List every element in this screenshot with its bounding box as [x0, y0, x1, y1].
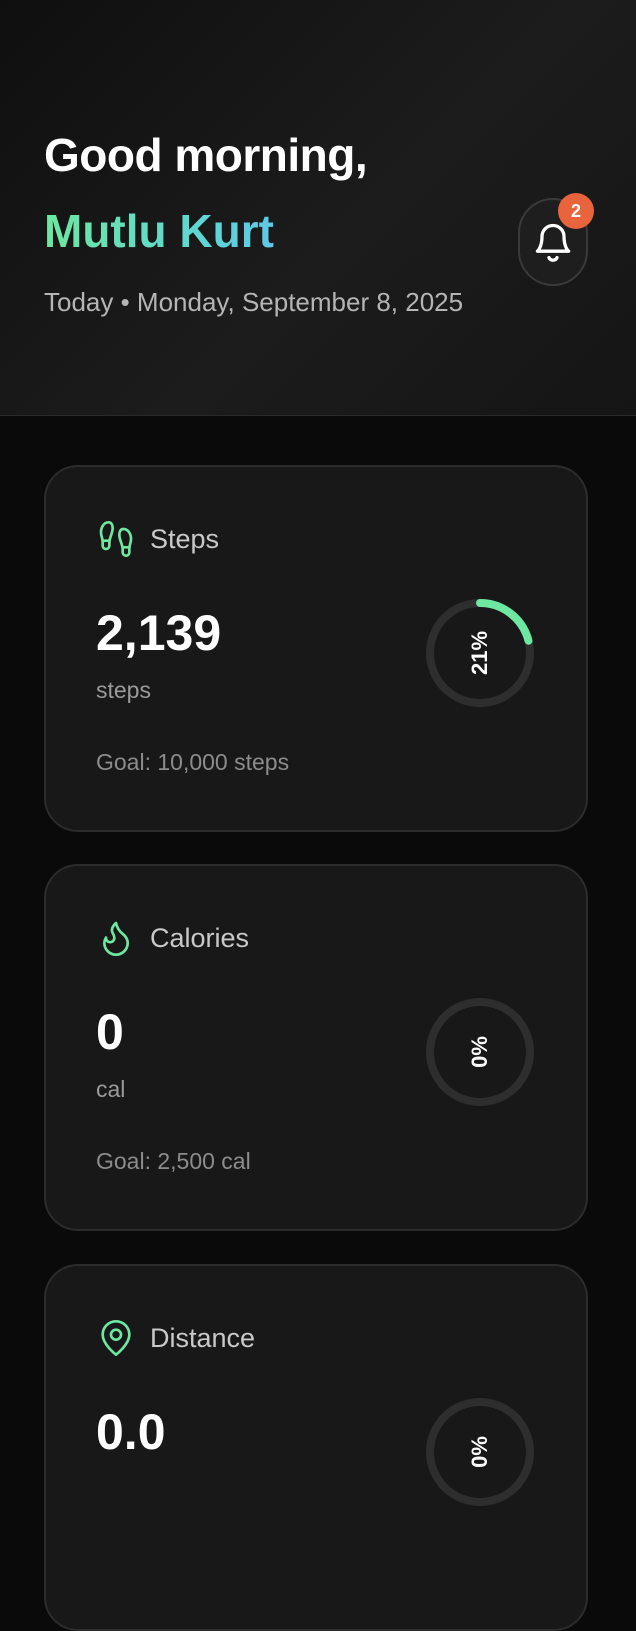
progress-percent-wrap: 0% [418, 1390, 542, 1514]
card-unit: cal [96, 1076, 126, 1102]
notification-badge: 2 [558, 193, 594, 229]
distance-card[interactable]: Distance 0.0 0% [44, 1264, 588, 1631]
card-title: Distance [150, 1323, 256, 1353]
progress-percent: 0% [466, 1436, 492, 1468]
card-goal: Goal: 2,500 cal [96, 1148, 251, 1174]
map-pin-icon [101, 1320, 131, 1356]
card-goal: Goal: 10,000 steps [96, 749, 290, 775]
steps-card[interactable]: Steps 2,139 steps Goal: 10,000 steps 21% [44, 465, 588, 832]
progress-percent: 21% [466, 630, 492, 676]
user-name: Mutlu Kurt [44, 202, 274, 260]
progress-percent: 0% [466, 1036, 492, 1068]
card-value: 0 [96, 1004, 124, 1060]
date-line: Today • Monday, September 8, 2025 [44, 287, 464, 317]
calories-card[interactable]: Calories 0 cal Goal: 2,500 cal 0% [44, 864, 588, 1231]
card-title: Calories [150, 923, 250, 953]
greeting-text: Good morning, [44, 129, 368, 181]
card-title: Steps [150, 524, 220, 554]
progress-percent-wrap: 0% [418, 990, 542, 1114]
card-value: 0.0 [96, 1404, 166, 1460]
flame-icon [103, 921, 129, 956]
card-unit: steps [96, 677, 151, 703]
progress-percent-wrap: 21% [418, 591, 542, 715]
footprints-icon [99, 521, 133, 557]
card-value: 2,139 [96, 605, 222, 661]
header: Good morning, Mutlu Kurt Today • Monday,… [0, 0, 636, 416]
